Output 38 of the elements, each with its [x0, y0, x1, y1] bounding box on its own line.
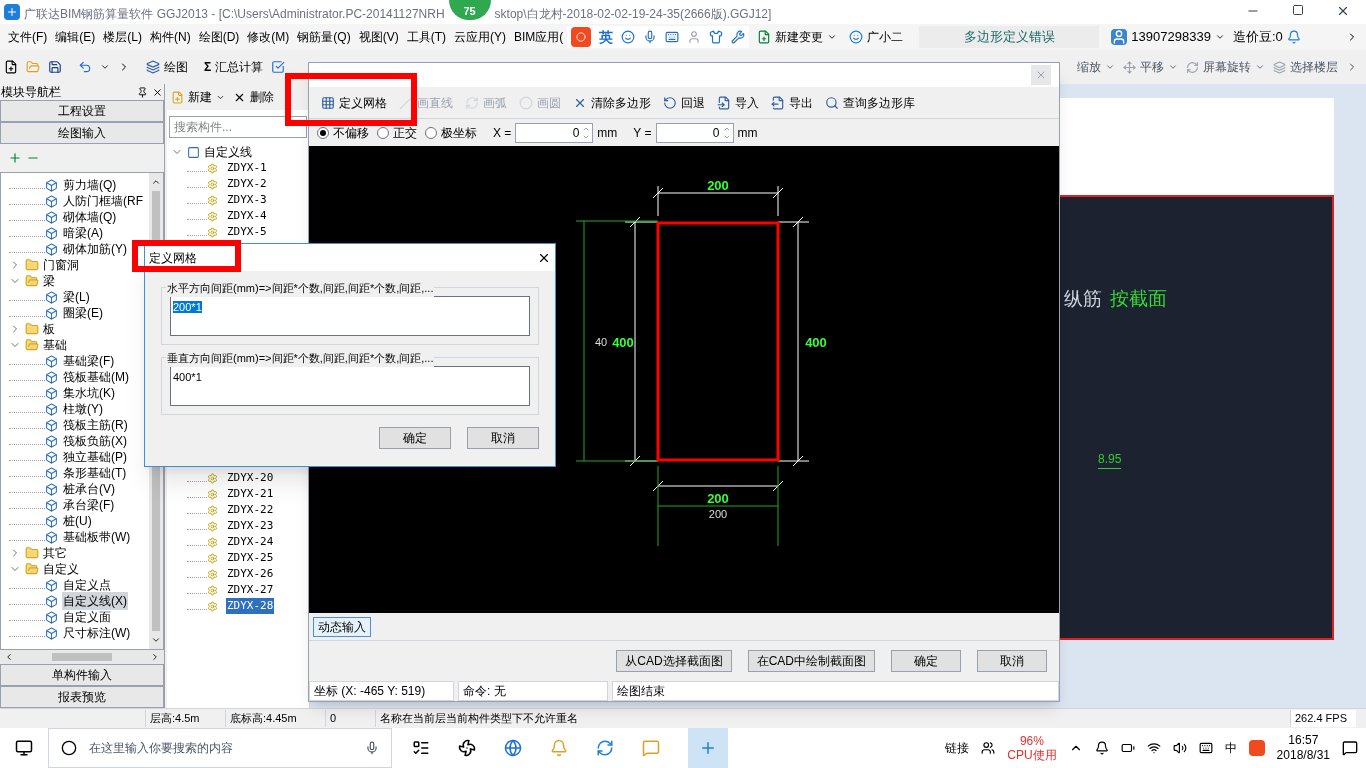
- counter-badge: 75: [448, 0, 491, 20]
- drawing-text: 按截面: [1110, 287, 1167, 311]
- clock-time: 16:57: [1288, 733, 1319, 748]
- unit-label: mm: [737, 124, 758, 142]
- dimension-label: 200: [708, 508, 728, 520]
- dimension-label: 200: [707, 491, 729, 506]
- status-text: 262.4 FPS: [1290, 710, 1356, 727]
- status-text: 命令: 无: [458, 681, 608, 701]
- panel-title: 模块导航栏: [1, 84, 61, 101]
- status-text: 底标高:4.45m: [225, 710, 325, 727]
- dimension-label: 400: [612, 335, 634, 350]
- field-label: 垂直方向间距(mm)=>间距*个数,间距,间距*个数,间距,...: [166, 350, 435, 367]
- radio-label: 不偏移: [333, 124, 369, 142]
- elevation-label: 8.95: [1098, 449, 1122, 469]
- radio-label: 极坐标: [441, 124, 477, 142]
- notice-text: 多边形定义错误: [919, 26, 1100, 48]
- dialog-title: 定义网格: [149, 249, 197, 267]
- coordinate-label: Y =: [633, 124, 652, 142]
- dimension-label: 40: [595, 336, 608, 348]
- window-title: sktop\白龙村-2018-02-02-19-24-35(2666版).GGJ12]: [494, 6, 772, 23]
- dimension-label: 400: [805, 335, 827, 350]
- status-text: 层高:4.5m: [145, 710, 225, 727]
- radio-label: 正交: [393, 124, 417, 142]
- dimension-label: 200: [707, 178, 729, 193]
- search-placeholder: 在这里输入你要搜索的内容: [89, 740, 233, 757]
- status-text: 0: [325, 710, 375, 727]
- field-label: 水平方向间距(mm)=>间距*个数,间距,间距*个数,间距,...: [166, 280, 435, 297]
- status-text: 绘图结束: [612, 681, 1059, 701]
- window-title: 广联达BIM钢筋算量软件 GGJ2013 - [C:\Users\Administrator.PC-20141127NRH: [24, 6, 445, 23]
- cpu-label: CPU使用: [1007, 748, 1057, 762]
- unit-label: mm: [597, 124, 618, 142]
- clock-date: 2018/8/31: [1276, 748, 1330, 763]
- beans-text: 造价豆:0: [1232, 28, 1283, 47]
- drawing-text: 纵筋: [1064, 287, 1102, 311]
- status-text: 坐标 (X: -465 Y: 519): [309, 681, 454, 701]
- field-value: 400*1: [173, 371, 202, 383]
- coordinate-label: X =: [493, 124, 512, 142]
- cpu-percent: 96%: [1019, 734, 1044, 748]
